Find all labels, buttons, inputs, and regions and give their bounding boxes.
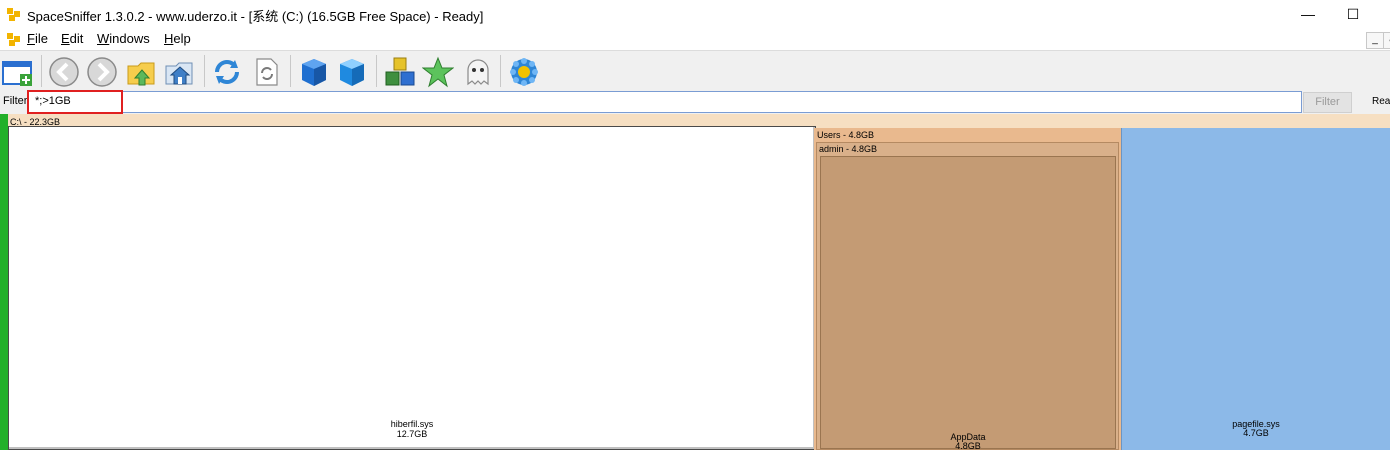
menu-edit[interactable]: Edit xyxy=(61,31,83,46)
maximize-button[interactable]: ☐ xyxy=(1330,0,1376,30)
filter-input[interactable]: *;>1GB xyxy=(28,91,1302,113)
hiberfil-name: hiberfil.sys xyxy=(390,419,434,429)
zoom-out-cube-icon[interactable] xyxy=(336,56,368,88)
filter-label: Filter xyxy=(3,95,28,107)
status-text: Rea xyxy=(1372,96,1390,107)
window-title: SpaceSniffer 1.3.0.2 - www.uderzo.it - [… xyxy=(27,9,484,24)
settings-gear-icon[interactable] xyxy=(508,56,540,88)
toolbar xyxy=(0,50,1390,91)
root-drive-block[interactable]: hiberfil.sys 12.7GB Users - 4.8GB admin … xyxy=(8,126,1390,451)
title-bar: SpaceSniffer 1.3.0.2 - www.uderzo.it - [… xyxy=(0,0,1390,30)
mdi-restore-button[interactable]: a xyxy=(1383,32,1390,49)
filter-button[interactable]: Filter xyxy=(1303,92,1352,113)
mdi-minimize-button[interactable]: _ xyxy=(1366,32,1384,49)
hiberfil-block[interactable]: hiberfil.sys 12.7GB xyxy=(8,126,816,450)
home-icon[interactable] xyxy=(164,56,196,88)
hiberfil-size: 12.7GB xyxy=(396,429,428,439)
admin-folder-block[interactable]: admin - 4.8GB AppData 4.8GB xyxy=(816,142,1119,451)
blocks-icon[interactable] xyxy=(384,56,416,88)
parent-folder-icon[interactable] xyxy=(126,56,158,88)
app-logo-icon xyxy=(7,8,21,22)
ghost-icon[interactable] xyxy=(462,56,494,88)
refresh-document-icon[interactable] xyxy=(251,56,283,88)
star-icon[interactable] xyxy=(421,56,455,88)
users-folder-label: Users - 4.8GB xyxy=(817,130,875,140)
treemap-view: C:\ - 22.3GB hiberfil.sys 12.7GB Users -… xyxy=(0,114,1390,451)
new-window-icon[interactable] xyxy=(2,56,34,88)
scan-progress-strip xyxy=(0,114,8,450)
filter-highlight-box xyxy=(27,90,123,114)
app-menu-icon[interactable] xyxy=(7,33,21,47)
pagefile-size: 4.7GB xyxy=(1243,428,1269,438)
zoom-in-cube-icon[interactable] xyxy=(298,56,330,88)
appdata-folder-block[interactable]: AppData 4.8GB xyxy=(820,156,1116,451)
menu-windows[interactable]: Windows xyxy=(97,31,150,46)
menu-bar: File Edit Windows Help _ a xyxy=(0,30,1390,50)
minimize-button[interactable]: — xyxy=(1285,0,1331,30)
menu-help[interactable]: Help xyxy=(164,31,191,46)
forward-arrow-icon[interactable] xyxy=(86,56,118,88)
pagefile-block[interactable]: pagefile.sys 4.7GB xyxy=(1121,128,1390,450)
back-arrow-icon[interactable] xyxy=(48,56,80,88)
menu-file[interactable]: File xyxy=(27,31,48,46)
admin-folder-label: admin - 4.8GB xyxy=(819,144,878,154)
filter-bar: Filter *;>1GB Filter Rea xyxy=(0,90,1390,114)
users-folder-block[interactable]: Users - 4.8GB admin - 4.8GB AppData 4.8G… xyxy=(814,128,1121,451)
refresh-icon[interactable] xyxy=(211,56,243,88)
